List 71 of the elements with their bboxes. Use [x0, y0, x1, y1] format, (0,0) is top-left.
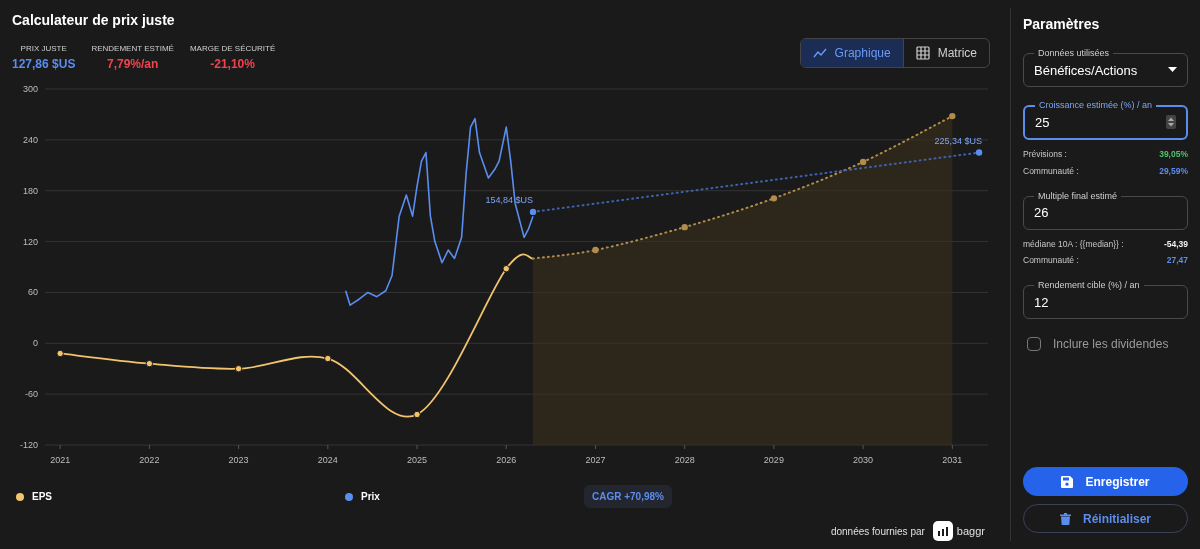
metric-label: RENDEMENT ESTIMÉ [91, 43, 174, 55]
reference-label: Communauté : [1023, 164, 1079, 178]
input-field[interactable]: Croissance estimée (%) / an 25 [1023, 99, 1188, 140]
data-point [859, 158, 867, 166]
checkbox[interactable] [1027, 337, 1041, 351]
axis-label: 2027 [585, 455, 606, 465]
axis-label: 2029 [763, 455, 784, 465]
data-point [592, 246, 599, 254]
metric-label: MARGE DE SÉCURITÉ [189, 43, 276, 55]
axis-label: 0 [33, 338, 38, 349]
view-tab[interactable]: Matrice [902, 39, 989, 67]
view-tab[interactable]: Graphique [800, 39, 903, 67]
checkbox-label: Inclure les dividendes [1053, 336, 1169, 353]
data-point [234, 365, 243, 373]
grid-icon [915, 46, 930, 60]
legend-label: EPS [32, 490, 52, 504]
data-point [145, 359, 154, 368]
axis-label: -120 [20, 440, 38, 450]
axis-label: 2023 [228, 455, 249, 465]
axis-label: 2031 [942, 455, 963, 465]
axis-label: 180 [22, 185, 38, 196]
axis-label: 2025 [407, 455, 428, 465]
input-field[interactable]: Rendement cible (%) / an 12 [1023, 279, 1188, 319]
reference-value: 29,59% [1159, 164, 1188, 178]
axis-label: 2022 [139, 455, 160, 465]
line-chart-icon [812, 46, 827, 60]
reference-label: médiane 10A : {{median}} : [1023, 237, 1124, 251]
legend-label: Prix [361, 490, 380, 504]
metric-value: 127,86 $US [12, 56, 76, 73]
metric-label: PRIX JUSTE [20, 43, 67, 55]
axis-label: 2024 [317, 455, 338, 465]
trash-icon [1060, 512, 1071, 525]
data-point [975, 149, 983, 156]
data-point [770, 195, 778, 202]
spinner-icon[interactable] [1166, 115, 1176, 130]
save-icon [1061, 475, 1074, 488]
axis-label: -60 [25, 389, 38, 400]
data-point [324, 354, 332, 363]
caret-icon [1168, 67, 1177, 74]
price-label: 154,84 $US [485, 194, 533, 205]
panel-title: Paramètres [1023, 15, 1101, 34]
bar-chart-logo-icon [932, 521, 953, 541]
reference-value: -54,39 [1163, 237, 1188, 251]
axis-label: 240 [22, 134, 38, 145]
page-title: Calculateur de prix juste [12, 11, 176, 30]
axis-label: 300 [22, 84, 38, 94]
reference-label: Communauté : [1023, 254, 1079, 267]
axis-label: 120 [22, 236, 38, 247]
save-button[interactable]: Enregistrer [1023, 467, 1188, 496]
axis-label: 2026 [496, 455, 517, 465]
data-point [681, 223, 688, 231]
data-point [949, 112, 956, 120]
axis-label: 60 [28, 287, 38, 298]
reference-label: Prévisions : [1023, 148, 1067, 161]
metric-value: -21,10% [210, 56, 255, 73]
reference-value: 39,05% [1159, 148, 1188, 161]
brand-name: baggr [956, 523, 985, 539]
cagr-badge: CAGR +70,98% [584, 485, 672, 508]
dropdown-field[interactable]: Données utilisées Bénéfices/Actions [1023, 47, 1188, 87]
reference-value: 27,47 [1166, 254, 1188, 267]
axis-label: 2030 [853, 455, 874, 465]
price-label: 225,34 $US [934, 135, 983, 146]
axis-label: 2028 [674, 455, 695, 465]
data-point [413, 410, 421, 419]
data-point [502, 265, 510, 273]
data-point [56, 349, 64, 358]
attribution-text: données fournies par [830, 524, 925, 539]
data-point [529, 208, 537, 216]
metric-value: 7,79%/an [106, 56, 159, 73]
axis-label: 2021 [50, 455, 71, 465]
input-field[interactable]: Multiple final estimé 26 [1023, 189, 1188, 230]
